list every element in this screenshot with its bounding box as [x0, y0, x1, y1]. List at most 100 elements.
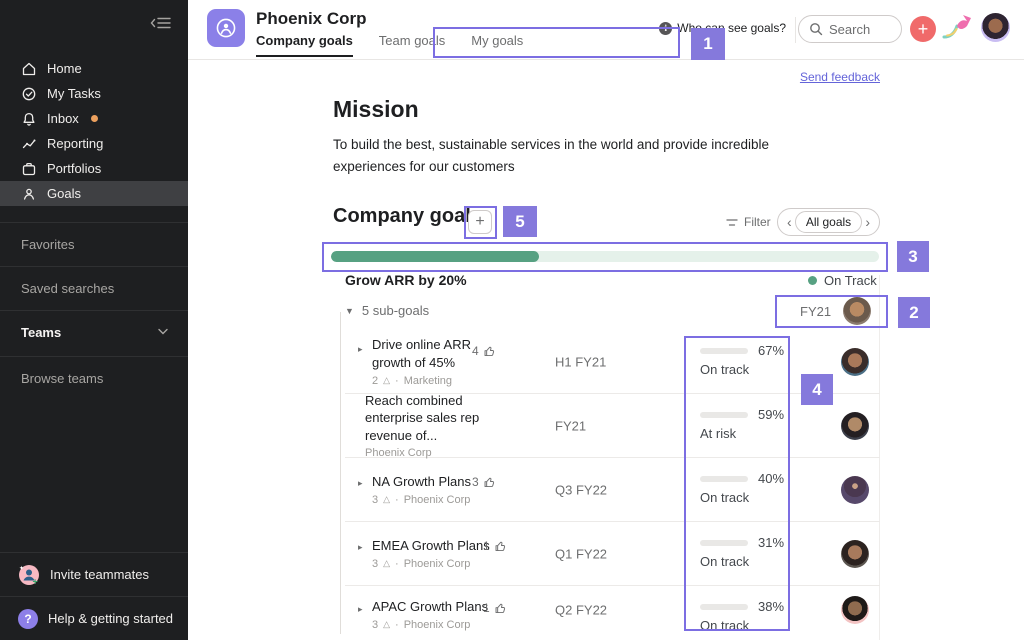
triangle-down-icon: ▼ [345, 305, 354, 316]
send-feedback-link[interactable]: Send feedback [800, 70, 880, 84]
sidebar-item-home[interactable]: Home [0, 56, 188, 81]
filter-icon [726, 218, 738, 227]
invite-teammates-button[interactable]: + ✦ Invite teammates [0, 552, 188, 596]
goal-row-status: At risk [700, 426, 737, 441]
goal-row[interactable]: ▸ EMEA Growth Plans 3 △ · Phoenix Corp 1 Q1… [345, 522, 880, 586]
goal-tabs: Company goals Team goals My goals [256, 33, 523, 57]
sidebar-item-label: Goals [47, 186, 81, 201]
expand-arrow-icon[interactable]: ▸ [358, 542, 363, 553]
goal-row-meta: 3 △ · Phoenix Corp [372, 557, 471, 570]
sidebar-item-my-tasks[interactable]: My Tasks [0, 81, 188, 106]
company-goals-title: Company goals [333, 205, 482, 227]
goal-row[interactable]: Reach combined enterprise sales rep reve… [345, 392, 880, 459]
invite-icon: + ✦ [18, 564, 40, 586]
help-label: Help & getting started [48, 611, 174, 626]
filter-label: Filter [744, 215, 771, 229]
sidebar-item-inbox[interactable]: Inbox [0, 106, 188, 131]
goal-row-meta: 3 △ · Phoenix Corp [372, 618, 471, 631]
annotation-badge-5: 5 [503, 206, 537, 237]
goal-row-period: H1 FY21 [555, 354, 607, 369]
sidebar-section-teams: Teams [0, 310, 188, 354]
goal-status[interactable]: On Track [808, 273, 877, 288]
header-divider [795, 17, 796, 43]
sidebar-section-browse-teams: Browse teams [0, 356, 188, 400]
goal-row-period: FY21 [555, 418, 587, 433]
goal-row-avatar[interactable] [841, 475, 869, 504]
info-icon: i [659, 21, 673, 35]
help-button[interactable]: ? Help & getting started [0, 596, 188, 640]
favorites-label[interactable]: Favorites [0, 223, 188, 266]
person-icon [21, 186, 37, 202]
goal-row-title[interactable]: Reach combined enterprise sales rep reve… [365, 392, 505, 445]
thumbs-up-icon [494, 540, 507, 553]
sidebar-item-reporting[interactable]: Reporting [0, 131, 188, 156]
subgoals-count-label: 5 sub-goals [361, 303, 430, 318]
sidebar-item-label: Reporting [47, 136, 104, 151]
chevron-right-icon[interactable]: › [865, 215, 870, 229]
sidebar-item-portfolios[interactable]: Portfolios [0, 156, 188, 181]
goals-page: Home My Tasks Inbox Reporting Portfolios [0, 0, 1024, 640]
top-header: Phoenix Corp Company goals Team goals My… [188, 0, 1024, 60]
likes-count[interactable]: 1 [483, 601, 507, 615]
goal-row-avatar[interactable] [841, 596, 869, 624]
briefcase-icon [21, 161, 37, 177]
annotation-badge-3: 3 [897, 241, 929, 272]
create-button[interactable]: + [910, 16, 936, 42]
goal-row[interactable]: ▸ Drive online ARR growth of 45% 2 △ · Mark… [345, 330, 880, 394]
tab-company-goals[interactable]: Company goals [256, 33, 353, 57]
goal-range-control: ‹ All goals › [777, 208, 880, 236]
goal-row-avatar[interactable] [841, 411, 869, 440]
goal-row-meta: 2 △ · Marketing [372, 374, 453, 387]
celebration-creature-icon[interactable] [942, 13, 976, 41]
overall-progress-bar[interactable] [331, 251, 879, 262]
add-goal-button[interactable]: + [468, 210, 492, 234]
sidebar-collapse-icon[interactable] [150, 16, 172, 30]
expand-arrow-icon[interactable]: ▸ [358, 478, 363, 489]
goal-owner-avatar[interactable] [843, 297, 871, 325]
sidebar-item-label: Portfolios [47, 161, 102, 176]
range-selector[interactable]: All goals [794, 211, 863, 233]
subgoals-toggle[interactable]: ▼ 5 sub-goals [345, 303, 429, 318]
goal-row[interactable]: ▸ NA Growth Plans 3 △ · Phoenix Corp 3 Q3 F… [345, 458, 880, 522]
likes-count[interactable]: 3 [472, 475, 496, 489]
goal-row-avatar[interactable] [841, 539, 869, 568]
home-icon [21, 61, 37, 77]
likes-count[interactable]: 4 [472, 344, 496, 358]
goal-row-period: Q3 FY22 [555, 482, 608, 497]
invite-label: Invite teammates [50, 567, 149, 582]
browse-teams-label[interactable]: Browse teams [0, 357, 188, 400]
search-box[interactable] [798, 15, 902, 43]
sidebar-item-label: Inbox [47, 111, 79, 126]
svg-text:✦: ✦ [19, 565, 24, 572]
mission-text: To build the best, sustainable services … [333, 137, 770, 175]
content-area: Send feedback Mission To build the best,… [188, 60, 1024, 640]
goal-row-period: Q2 FY22 [555, 602, 608, 618]
goal-name[interactable]: Grow ARR by 20% [345, 272, 467, 288]
goal-time-period[interactable]: FY21 [800, 304, 831, 319]
likes-count[interactable]: 1 [483, 539, 507, 553]
help-icon: ? [18, 608, 38, 629]
sidebar-item-goals[interactable]: Goals [0, 181, 188, 206]
user-avatar[interactable] [981, 13, 1010, 42]
tab-team-goals[interactable]: Team goals [379, 33, 445, 57]
thumbs-up-icon [494, 602, 507, 615]
expand-arrow-icon[interactable]: ▸ [358, 604, 363, 615]
page-title: Phoenix Corp [256, 9, 367, 28]
expand-arrow-icon[interactable]: ▸ [358, 344, 363, 355]
search-input[interactable] [829, 21, 889, 37]
goals-app-icon [207, 9, 245, 47]
saved-searches-label[interactable]: Saved searches [0, 267, 188, 310]
chevron-left-icon[interactable]: ‹ [787, 215, 792, 229]
goal-row-avatar[interactable] [841, 347, 869, 376]
subgoal-triangle-icon: △ [383, 619, 391, 630]
tab-my-goals[interactable]: My goals [471, 33, 523, 57]
filter-button[interactable]: Filter [726, 215, 771, 229]
goal-row-status: On track [700, 554, 750, 569]
status-dot-icon [808, 276, 817, 285]
subgoal-rows: ▸ Drive online ARR growth of 45% 2 △ · Mark… [340, 312, 880, 640]
goal-row[interactable]: ▸ APAC Growth Plans 3 △ · Phoenix Corp 1 Q2… [345, 586, 880, 640]
search-icon [809, 22, 823, 36]
chevron-down-icon[interactable] [158, 328, 168, 335]
sidebar-item-label: Home [47, 61, 82, 76]
bell-icon [21, 111, 37, 127]
